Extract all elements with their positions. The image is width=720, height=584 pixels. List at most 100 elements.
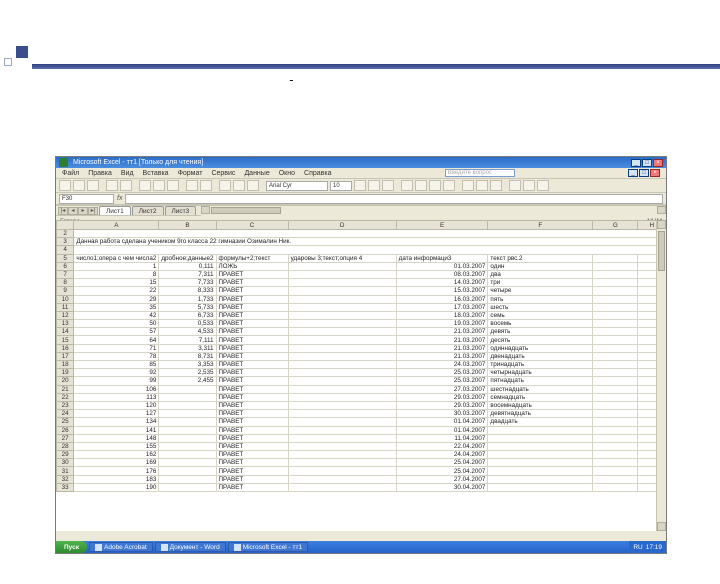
cell[interactable] [288,434,396,442]
cell[interactable]: 0,533 [159,320,216,328]
menu-tools[interactable]: Сервис [211,170,235,177]
cell[interactable] [159,442,216,450]
row-header[interactable]: 13 [57,320,74,328]
cell[interactable] [288,393,396,401]
column-header[interactable]: C [216,221,288,230]
print-icon[interactable] [106,180,118,191]
cell[interactable]: 19.03.2007 [396,320,488,328]
row-header[interactable]: 33 [57,483,74,491]
doc-close-button[interactable]: × [650,169,660,177]
cell[interactable]: 1,733 [159,295,216,303]
cell[interactable]: ПРАВЕТ [216,303,288,311]
cell[interactable]: 106 [74,385,159,393]
column-header[interactable]: B [159,221,216,230]
cell[interactable]: тринадцать [488,361,593,369]
open-icon[interactable] [73,180,85,191]
row-header[interactable]: 27 [57,434,74,442]
row-header[interactable]: 15 [57,336,74,344]
ask-question-input[interactable]: Введите вопрос [445,169,515,177]
cell[interactable]: ПРАВЕТ [216,279,288,287]
cell[interactable]: ПРАВЕТ [216,483,288,491]
paste-icon[interactable] [167,180,179,191]
underline-icon[interactable] [382,180,394,191]
cell[interactable]: 8,731 [159,352,216,360]
cell[interactable] [288,328,396,336]
vertical-scrollbar[interactable] [656,220,666,531]
preview-icon[interactable] [120,180,132,191]
cell[interactable] [488,442,593,450]
cell[interactable]: 29.03.2007 [396,393,488,401]
cell[interactable]: 141 [74,426,159,434]
row-header[interactable]: 21 [57,385,74,393]
cell[interactable]: 134 [74,418,159,426]
new-icon[interactable] [59,180,71,191]
cell[interactable] [288,303,396,311]
cell[interactable]: 17.03.2007 [396,303,488,311]
cell[interactable] [488,475,593,483]
cell[interactable]: 15 [74,279,159,287]
name-box[interactable]: F30 [59,194,114,204]
cell[interactable]: ПРАВЕТ [216,361,288,369]
italic-icon[interactable] [368,180,380,191]
cell[interactable]: 3,353 [159,361,216,369]
cell[interactable]: двенадцать [488,352,593,360]
cell[interactable]: 71 [74,344,159,352]
cell[interactable]: 25.03.2007 [396,377,488,385]
cell[interactable]: 99 [74,377,159,385]
cell[interactable]: ПРАВЕТ [216,287,288,295]
cell[interactable]: 01.04.2007 [396,418,488,426]
cell[interactable]: девятнадцать [488,410,593,418]
row-header[interactable]: 12 [57,311,74,319]
cell[interactable]: 2,535 [159,369,216,377]
cell[interactable]: 24.04.2007 [396,451,488,459]
cell[interactable]: восемнадцать [488,401,593,409]
cell[interactable]: 85 [74,361,159,369]
sheet-tab[interactable]: Лист3 [165,206,197,215]
cell[interactable]: 30.03.2007 [396,410,488,418]
cell[interactable]: 21.03.2007 [396,328,488,336]
scroll-right-icon[interactable] [657,206,666,214]
column-header[interactable]: D [288,221,396,230]
cell[interactable]: семь [488,311,593,319]
cell[interactable]: одиннадцать [488,344,593,352]
cell[interactable] [159,393,216,401]
cell[interactable]: 35 [74,303,159,311]
copy-icon[interactable] [153,180,165,191]
column-header[interactable]: F [488,221,593,230]
taskbar-app[interactable]: Документ - Word [155,542,226,552]
formula-bar[interactable] [125,194,663,204]
cell[interactable]: 190 [74,483,159,491]
cell[interactable] [159,451,216,459]
cell[interactable]: ПРАВЕТ [216,344,288,352]
taskbar-app[interactable]: Adobe Acrobat [89,542,153,552]
cell[interactable]: 14.03.2007 [396,279,488,287]
cell[interactable]: ПРАВЕТ [216,311,288,319]
cell[interactable]: ПРАВЕТ [216,426,288,434]
row-header[interactable]: 31 [57,467,74,475]
taskbar-app[interactable]: Microsoft Excel - тт1 [228,542,308,552]
menu-edit[interactable]: Правка [88,170,112,177]
row-header[interactable]: 29 [57,451,74,459]
font-name-dropdown[interactable]: Arial Cyr [266,181,328,191]
cell[interactable]: 64 [74,336,159,344]
cell[interactable] [288,279,396,287]
row-header[interactable]: 20 [57,377,74,385]
align-left-icon[interactable] [401,180,413,191]
cell[interactable] [288,262,396,270]
cell[interactable]: ПРАВЕТ [216,434,288,442]
doc-minimize-button[interactable]: _ [628,169,638,177]
cell[interactable]: 21.03.2007 [396,336,488,344]
cell[interactable]: ПРАВЕТ [216,352,288,360]
cell[interactable] [159,426,216,434]
cell[interactable]: 7,311 [159,270,216,278]
cell[interactable]: 27.04.2007 [396,475,488,483]
row-header[interactable]: 19 [57,369,74,377]
cell[interactable]: 3,311 [159,344,216,352]
scroll-down-icon[interactable] [657,522,666,531]
menu-view[interactable]: Вид [121,170,134,177]
cell[interactable]: 22.04.2007 [396,442,488,450]
cell[interactable] [288,459,396,467]
cell[interactable]: ЛОЖЬ [216,262,288,270]
row-header[interactable]: 24 [57,410,74,418]
system-tray[interactable]: RU 17:19 [629,541,666,553]
